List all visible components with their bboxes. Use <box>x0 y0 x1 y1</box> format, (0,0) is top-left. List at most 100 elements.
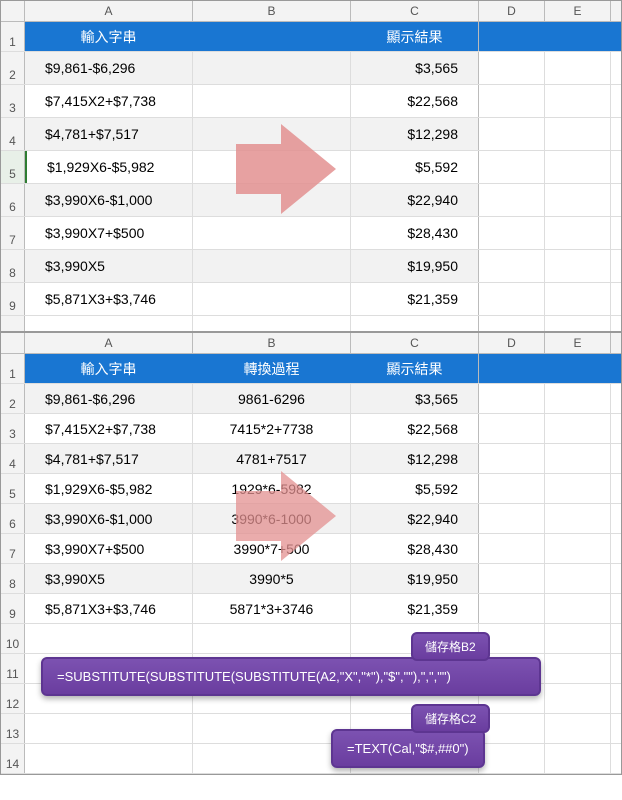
header-input-string[interactable]: 輸入字串 <box>25 22 193 51</box>
cell-process[interactable]: 1929*6-5982 <box>193 474 351 503</box>
col-header-b[interactable]: B <box>193 333 351 353</box>
cell-result[interactable]: $22,940 <box>351 504 479 533</box>
row-number[interactable]: 11 <box>1 654 25 683</box>
cell-result[interactable]: $12,298 <box>351 444 479 473</box>
cell-result[interactable]: $5,592 <box>351 474 479 503</box>
cell[interactable] <box>351 316 479 331</box>
cell-result[interactable]: $28,430 <box>351 217 479 249</box>
cell-e1[interactable] <box>545 22 611 51</box>
cell-input[interactable]: $1,929X6-$5,982 <box>25 151 193 183</box>
cell-result[interactable]: $12,298 <box>351 118 479 150</box>
cell[interactable] <box>479 594 545 623</box>
cell-result[interactable]: $28,430 <box>351 534 479 563</box>
col-header-e[interactable]: E <box>545 1 611 21</box>
cell[interactable] <box>545 217 611 249</box>
cell-input[interactable]: $3,990X7+$500 <box>25 217 193 249</box>
cell[interactable] <box>479 250 545 282</box>
cell[interactable] <box>479 151 545 183</box>
cell-input[interactable]: $3,990X5 <box>25 250 193 282</box>
cell[interactable] <box>545 744 611 773</box>
row-number[interactable]: 9 <box>1 283 25 315</box>
row-number[interactable]: 7 <box>1 534 25 563</box>
cell[interactable] <box>545 714 611 743</box>
cell[interactable] <box>193 624 351 653</box>
cell[interactable] <box>479 504 545 533</box>
cell[interactable] <box>545 316 611 331</box>
cell[interactable] <box>479 85 545 117</box>
cell-process[interactable]: 4781+7517 <box>193 444 351 473</box>
row-number[interactable]: 2 <box>1 52 25 84</box>
header-result[interactable]: 顯示結果 <box>351 354 479 383</box>
row-number[interactable]: 9 <box>1 594 25 623</box>
cell[interactable] <box>479 474 545 503</box>
cell[interactable] <box>25 744 193 773</box>
cell-result[interactable]: $22,568 <box>351 85 479 117</box>
cell[interactable] <box>545 534 611 563</box>
cell[interactable] <box>479 444 545 473</box>
row-number[interactable]: 14 <box>1 744 25 773</box>
cell[interactable] <box>545 85 611 117</box>
header-input-string[interactable]: 輸入字串 <box>25 354 193 383</box>
row-number[interactable]: 6 <box>1 184 25 216</box>
cell-input[interactable]: $9,861-$6,296 <box>25 384 193 413</box>
cell[interactable] <box>193 316 351 331</box>
cell-result[interactable]: $22,568 <box>351 414 479 443</box>
col-header-d[interactable]: D <box>479 1 545 21</box>
cell-blank[interactable] <box>193 217 351 249</box>
cell-d1[interactable] <box>479 354 545 383</box>
cell-input[interactable]: $3,990X5 <box>25 564 193 593</box>
cell[interactable] <box>193 744 351 773</box>
cell[interactable] <box>479 564 545 593</box>
cell-input[interactable]: $4,781+$7,517 <box>25 118 193 150</box>
cell[interactable] <box>25 316 193 331</box>
cell-process[interactable]: 3990*7+500 <box>193 534 351 563</box>
cell-process[interactable]: 7415*2+7738 <box>193 414 351 443</box>
cell-result[interactable]: $19,950 <box>351 564 479 593</box>
cell[interactable] <box>545 444 611 473</box>
cell-input[interactable]: $5,871X3+$3,746 <box>25 283 193 315</box>
col-header-d[interactable]: D <box>479 333 545 353</box>
col-header-a[interactable]: A <box>25 1 193 21</box>
row-number[interactable]: 12 <box>1 684 25 713</box>
cell-blank[interactable] <box>193 184 351 216</box>
row-number[interactable]: 7 <box>1 217 25 249</box>
row-number[interactable]: 3 <box>1 414 25 443</box>
cell[interactable] <box>545 504 611 533</box>
cell-input[interactable]: $3,990X6-$1,000 <box>25 504 193 533</box>
cell-e1[interactable] <box>545 354 611 383</box>
cell-process[interactable]: 5871*3+3746 <box>193 594 351 623</box>
cell-input[interactable]: $1,929X6-$5,982 <box>25 474 193 503</box>
col-header-c[interactable]: C <box>351 333 479 353</box>
cell[interactable] <box>479 184 545 216</box>
col-header-a[interactable]: A <box>25 333 193 353</box>
col-header-e[interactable]: E <box>545 333 611 353</box>
cell[interactable] <box>479 217 545 249</box>
cell[interactable] <box>545 684 611 713</box>
cell-result[interactable]: $21,359 <box>351 594 479 623</box>
cell[interactable] <box>545 283 611 315</box>
select-all-corner[interactable] <box>1 333 25 353</box>
cell[interactable] <box>545 184 611 216</box>
cell[interactable] <box>479 534 545 563</box>
cell[interactable] <box>545 414 611 443</box>
row-number[interactable]: 4 <box>1 444 25 473</box>
cell[interactable] <box>479 118 545 150</box>
row-number[interactable]: 2 <box>1 384 25 413</box>
cell-input[interactable]: $3,990X6-$1,000 <box>25 184 193 216</box>
cell[interactable] <box>545 474 611 503</box>
cell[interactable] <box>479 414 545 443</box>
cell-blank[interactable] <box>193 250 351 282</box>
cell[interactable] <box>545 52 611 84</box>
cell[interactable] <box>545 118 611 150</box>
cell-input[interactable]: $3,990X7+$500 <box>25 534 193 563</box>
cell[interactable] <box>479 316 545 331</box>
cell-process[interactable]: 3990*6-1000 <box>193 504 351 533</box>
cell-process[interactable]: 3990*5 <box>193 564 351 593</box>
cell-input[interactable]: $4,781+$7,517 <box>25 444 193 473</box>
cell-result[interactable]: $19,950 <box>351 250 479 282</box>
cell-result[interactable]: $3,565 <box>351 384 479 413</box>
cell-input[interactable]: $9,861-$6,296 <box>25 52 193 84</box>
cell[interactable] <box>545 624 611 653</box>
row-number[interactable]: 8 <box>1 250 25 282</box>
col-header-b[interactable]: B <box>193 1 351 21</box>
